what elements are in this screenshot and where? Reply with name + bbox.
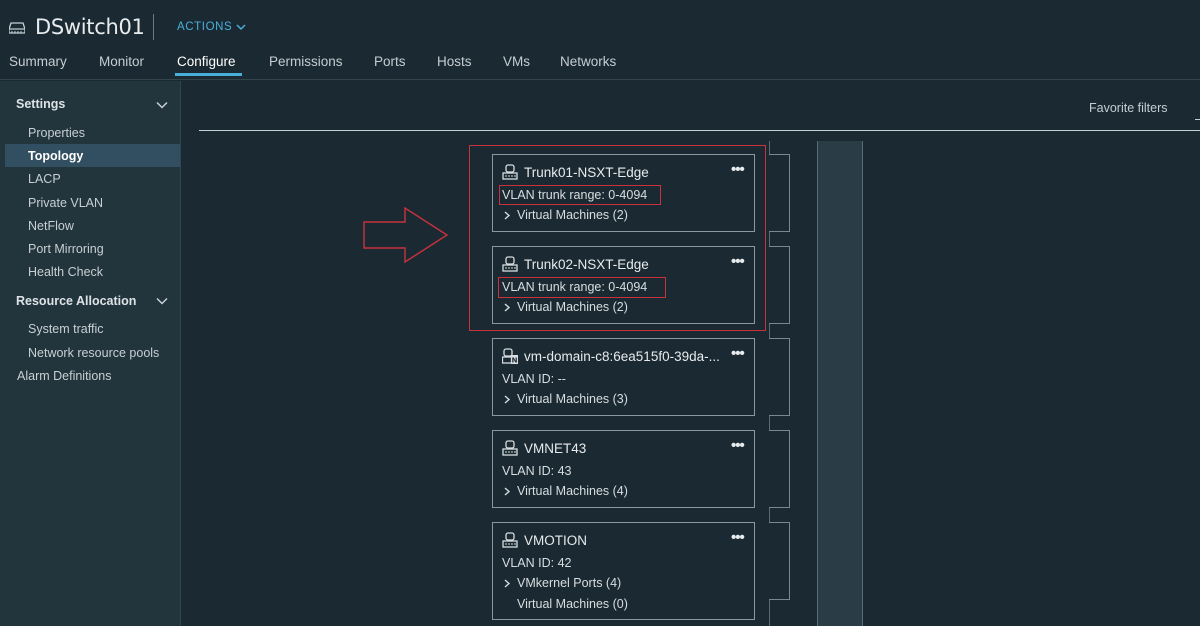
distributed-switch-icon <box>9 22 25 34</box>
chevron-right-icon <box>504 394 511 404</box>
sidebar-section-settings[interactable]: Settings <box>16 97 65 111</box>
more-actions-icon[interactable]: ••• <box>731 437 745 454</box>
expander-label: Virtual Machines (4) <box>517 484 628 498</box>
highlight-box-vlan-range <box>499 185 661 205</box>
chevron-down-icon[interactable] <box>156 297 168 305</box>
configure-sidebar: Settings Properties Topology LACP Privat… <box>0 81 181 626</box>
uplink-port-column <box>817 141 863 626</box>
tab-monitor[interactable]: Monitor <box>99 54 144 69</box>
portgroup-name[interactable]: VMNET43 <box>524 441 586 456</box>
filter-input-edge <box>1195 119 1200 120</box>
virtual-machines-expander[interactable]: Virtual Machines (3) <box>502 392 628 406</box>
vmkernel-ports-expander[interactable]: VMkernel Ports (4) <box>502 576 621 590</box>
expander-label: VMkernel Ports (4) <box>517 576 622 590</box>
virtual-machines-count: Virtual Machines (0) <box>517 597 628 611</box>
sidebar-item-health-check[interactable]: Health Check <box>28 265 103 279</box>
expander-label: Virtual Machines (3) <box>517 392 628 406</box>
annotation-arrow-icon <box>363 207 449 263</box>
portgroup-vlan: VLAN ID: -- <box>502 372 566 386</box>
sidebar-item-lacp[interactable]: LACP <box>28 172 61 186</box>
portgroup-icon <box>502 532 518 548</box>
portgroup-connector <box>769 430 790 508</box>
svg-text:N: N <box>512 357 518 365</box>
sidebar-item-netflow[interactable]: NetFlow <box>28 219 74 233</box>
page-title: DSwitch01 <box>35 15 145 39</box>
tab-permissions[interactable]: Permissions <box>269 54 343 69</box>
chevron-right-icon <box>504 578 511 588</box>
actions-menu-button[interactable]: ACTIONS <box>177 21 246 33</box>
portgroup-name[interactable]: vm-domain-c8:6ea515f0-39da-... <box>524 349 720 364</box>
page-header: DSwitch01 ACTIONS Summary Monitor Config… <box>0 0 1200 80</box>
actions-label: ACTIONS <box>177 21 233 33</box>
sidebar-item-topology[interactable]: Topology <box>28 149 83 163</box>
portgroup-connector <box>769 154 790 232</box>
portgroup-name[interactable]: VMOTION <box>524 533 587 548</box>
toolbar-divider <box>199 130 1200 131</box>
chevron-down-icon[interactable] <box>156 101 168 109</box>
chevron-right-icon <box>504 486 511 496</box>
portgroup-vlan: VLAN ID: 42 <box>502 556 572 570</box>
nsx-portgroup-icon: N <box>502 348 518 364</box>
portgroup-connector <box>769 338 790 416</box>
active-tab-indicator <box>175 73 242 76</box>
tab-vms[interactable]: VMs <box>503 54 530 69</box>
sidebar-item-alarm-definitions[interactable]: Alarm Definitions <box>17 369 111 383</box>
tab-ports[interactable]: Ports <box>374 54 406 69</box>
sidebar-item-properties[interactable]: Properties <box>28 126 85 140</box>
sidebar-item-port-mirroring[interactable]: Port Mirroring <box>28 242 104 256</box>
tab-configure[interactable]: Configure <box>177 54 236 69</box>
sidebar-item-network-resource-pools[interactable]: Network resource pools <box>28 346 159 360</box>
sidebar-item-system-traffic[interactable]: System traffic <box>28 322 103 336</box>
tab-summary[interactable]: Summary <box>9 54 67 69</box>
tab-hosts[interactable]: Hosts <box>437 54 472 69</box>
count-label: Virtual Machines (0) <box>517 597 628 611</box>
tab-networks[interactable]: Networks <box>560 54 616 69</box>
favorite-filters-link[interactable]: Favorite filters <box>1089 101 1168 115</box>
virtual-machines-expander[interactable]: Virtual Machines (4) <box>502 484 628 498</box>
sidebar-section-resource-allocation[interactable]: Resource Allocation <box>16 294 136 308</box>
portgroup-card-vm-domain[interactable]: N vm-domain-c8:6ea515f0-39da-... ••• VLA… <box>492 338 755 416</box>
portgroup-card-vmnet43[interactable]: VMNET43 ••• VLAN ID: 43 Virtual Machines… <box>492 430 755 508</box>
portgroup-icon <box>502 440 518 456</box>
portgroup-card-vmotion[interactable]: VMOTION ••• VLAN ID: 42 VMkernel Ports (… <box>492 522 755 620</box>
chevron-down-icon <box>236 24 246 31</box>
sidebar-item-private-vlan[interactable]: Private VLAN <box>28 196 103 210</box>
more-actions-icon[interactable]: ••• <box>731 345 745 362</box>
portgroup-connector <box>769 522 790 600</box>
highlight-box-vlan-range <box>498 277 666 298</box>
title-divider <box>153 14 154 40</box>
more-actions-icon[interactable]: ••• <box>731 529 745 546</box>
highlight-box-trunk-portgroups <box>469 145 766 331</box>
portgroup-connector <box>769 246 790 324</box>
portgroup-vlan: VLAN ID: 43 <box>502 464 572 478</box>
